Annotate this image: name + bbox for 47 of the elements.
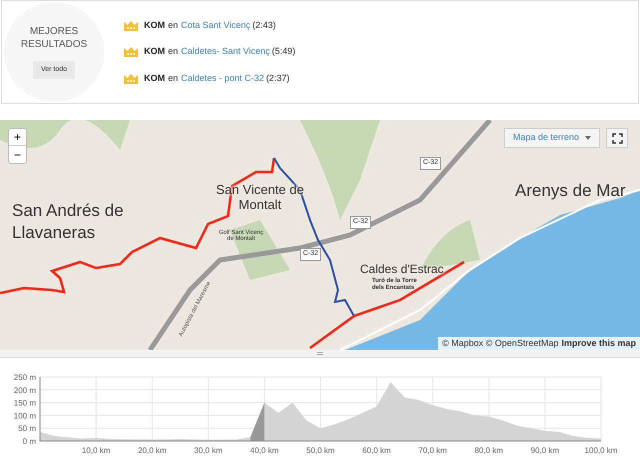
x-tick-label: 60,0 km — [362, 446, 391, 455]
attribution-text: © Mapbox © OpenStreetMap — [442, 336, 558, 350]
crown-icon — [124, 74, 138, 84]
x-tick-label: 50,0 km — [306, 446, 335, 455]
x-tick-label: 80,0 km — [474, 446, 504, 455]
x-tick-label: 70,0 km — [418, 446, 447, 455]
segment-time: (2:43) — [252, 18, 276, 32]
fullscreen-button[interactable] — [606, 128, 628, 148]
grip-icon — [317, 352, 323, 355]
connector-text: en — [168, 18, 178, 32]
resize-handle[interactable] — [0, 350, 640, 358]
segment-link[interactable]: Cota Sant Vicenç — [181, 18, 250, 32]
segment-time: (5:49) — [272, 45, 296, 58]
map-type-dropdown[interactable]: Mapa de terreno — [504, 128, 600, 148]
y-tick-label: 200 m — [14, 386, 36, 395]
crown-icon — [124, 47, 138, 57]
zoom-out-button[interactable]: − — [9, 146, 26, 163]
y-tick-label: 50 m — [18, 424, 36, 434]
connector-text: en — [168, 45, 178, 58]
y-tick-label: 150 m — [14, 398, 36, 408]
zoom-in-button[interactable]: + — [9, 129, 26, 146]
award-label: KOM — [144, 45, 165, 58]
highlighted-segment — [250, 402, 264, 441]
award-label: KOM — [144, 72, 165, 85]
segment-link[interactable]: Caldetes - pont C-32 — [181, 72, 264, 86]
segment-time: (2:37) — [266, 72, 290, 85]
x-tick-label: 100,0 km — [584, 446, 618, 455]
y-tick-label: 0 m — [22, 437, 36, 446]
y-tick-label: 100 m — [14, 411, 36, 420]
segment-link[interactable]: Caldetes- Sant Vicenç — [181, 45, 270, 59]
section-title: MEJORES RESULTADOS — [20, 24, 88, 51]
x-tick-label: 20,0 km — [138, 446, 166, 455]
y-tick-label: 250 m — [14, 373, 36, 382]
terrain-map-drawing[interactable] — [0, 120, 640, 350]
x-tick-label: 90,0 km — [530, 446, 560, 455]
crown-icon — [124, 20, 138, 30]
x-tick-label: 30,0 km — [194, 446, 223, 455]
caret-icon — [585, 136, 592, 140]
connector-text: en — [168, 72, 178, 85]
town-label: San Andrés de Llavaneras — [12, 200, 125, 244]
town-label: Arenys de Mar — [515, 180, 626, 202]
town-label: Caldes d'Estrac — [360, 261, 444, 278]
x-tick-label: 40,0 km — [250, 446, 279, 455]
improve-map-link[interactable]: Improve this map — [561, 336, 636, 350]
x-tick-label: 10,0 km — [82, 446, 110, 455]
expand-icon — [612, 132, 622, 144]
award-label: KOM — [144, 18, 165, 32]
